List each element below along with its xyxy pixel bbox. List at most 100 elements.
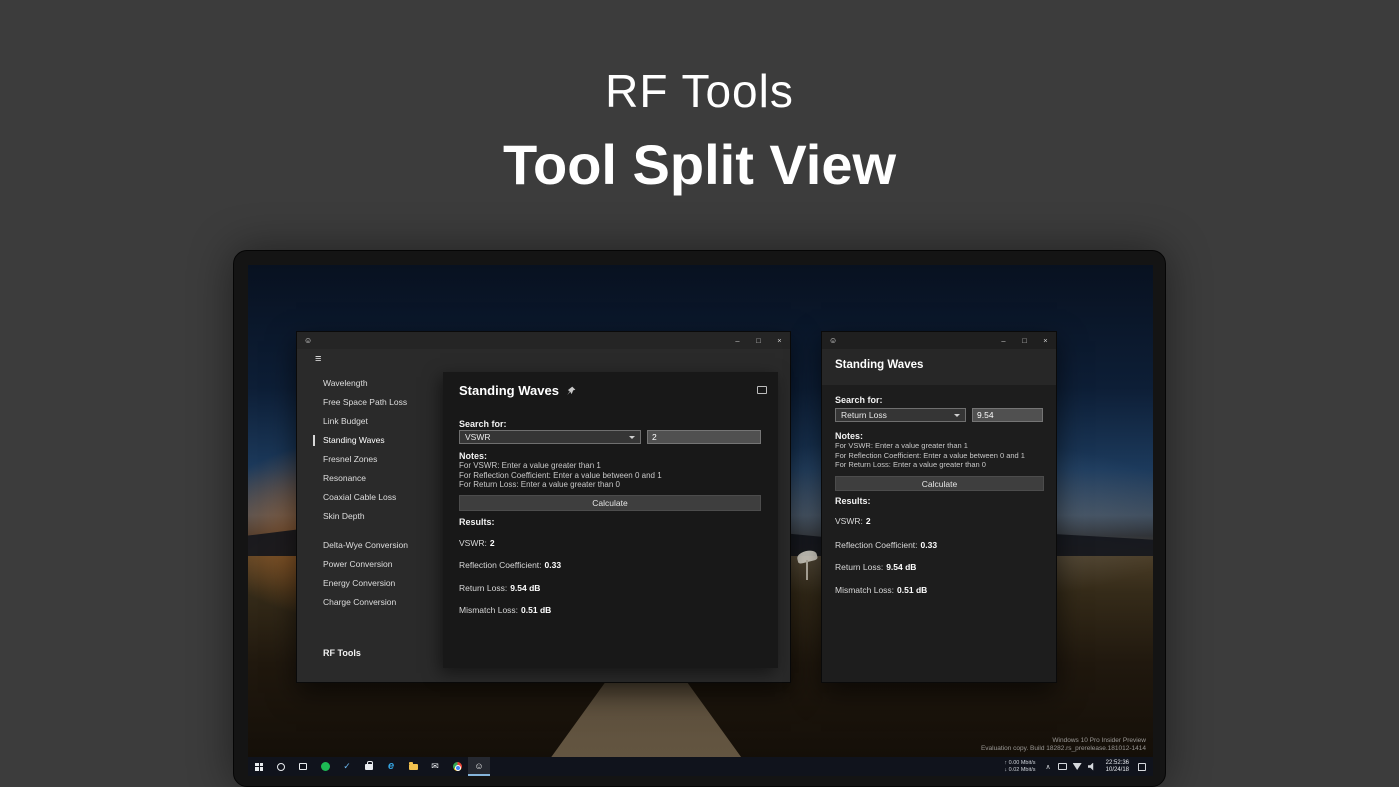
edge-icon: e <box>388 761 394 772</box>
volume-icon[interactable] <box>1088 763 1097 771</box>
maximize-button[interactable]: □ <box>1014 332 1035 349</box>
sidebar-footer-label: RF Tools <box>323 648 361 658</box>
minimize-button[interactable]: – <box>727 332 748 349</box>
windows-logo-icon <box>255 763 263 771</box>
result-mismatch-loss: Mismatch Loss:0.51 dB <box>835 585 927 595</box>
network-icon[interactable] <box>1073 763 1082 770</box>
sidebar-item-energy-conversion[interactable]: Energy Conversion <box>297 574 443 593</box>
taskbar-app-file-explorer[interactable] <box>402 757 424 776</box>
taskbar-app-store[interactable] <box>358 757 380 776</box>
rf-tools-main-window: ☺ – □ × ≡ Wavelength Free Space Path Los… <box>296 331 791 683</box>
note-vswr: For VSWR: Enter a value greater than 1 <box>459 461 662 471</box>
system-tray: ↑ 0.00 Mbit/s ↓ 0.02 Mbit/s ∧ 22:52:36 1… <box>1004 757 1153 776</box>
note-reflection-coefficient: For Reflection Coefficient: Enter a valu… <box>835 451 1025 461</box>
download-arrow-icon: ↓ <box>1004 767 1007 773</box>
search-button[interactable] <box>270 757 292 776</box>
sidebar-item-charge-conversion[interactable]: Charge Conversion <box>297 593 443 612</box>
microsoft-store-icon <box>365 764 373 770</box>
main-window-titlebar[interactable]: ☺ – □ × <box>297 332 790 349</box>
open-in-new-window-icon[interactable] <box>757 386 767 394</box>
search-type-value: Return Loss <box>841 410 887 420</box>
search-for-label: Search for: <box>835 395 883 405</box>
note-reflection-coefficient: For Reflection Coefficient: Enter a valu… <box>459 471 662 481</box>
search-value-input[interactable] <box>972 408 1043 422</box>
chrome-icon <box>453 762 462 771</box>
result-reflection-coefficient: Reflection Coefficient:0.33 <box>459 560 561 570</box>
taskbar-app-todo[interactable]: ✓ <box>336 757 358 776</box>
search-value-input[interactable] <box>647 430 761 444</box>
wallpaper-radio-dish <box>797 551 819 583</box>
network-speed-indicator[interactable]: ↑ 0.00 Mbit/s ↓ 0.02 Mbit/s <box>1004 760 1035 773</box>
laptop-frame: ☺ – □ × ≡ Wavelength Free Space Path Los… <box>233 250 1166 787</box>
result-value: 0.33 <box>921 540 938 550</box>
taskbar-app-mail[interactable]: ✉ <box>424 757 446 776</box>
close-button[interactable]: × <box>1035 332 1056 349</box>
hidden-icons-chevron[interactable]: ∧ <box>1046 763 1051 771</box>
sidebar-item-link-budget[interactable]: Link Budget <box>297 412 443 431</box>
pc-status-icon[interactable] <box>1058 763 1067 770</box>
split-window-titlebar[interactable]: ☺ – □ × <box>822 332 1056 349</box>
result-value: 0.33 <box>545 560 562 570</box>
hamburger-menu-button[interactable]: ≡ <box>315 354 321 365</box>
taskbar-clock[interactable]: 22:52:36 10/24/18 <box>1106 760 1129 774</box>
todo-check-icon: ✓ <box>343 762 351 771</box>
calculate-button[interactable]: Calculate <box>835 476 1044 491</box>
notes-label: Notes: <box>459 451 487 461</box>
results-label: Results: <box>835 496 871 506</box>
result-label: VSWR: <box>835 516 863 526</box>
result-mismatch-loss: Mismatch Loss:0.51 dB <box>459 605 551 615</box>
search-type-value: VSWR <box>465 432 491 442</box>
rf-tools-app-icon: ☺ <box>304 337 312 345</box>
taskbar-app-rf-tools[interactable]: ☺ <box>468 757 490 776</box>
sidebar-item-standing-waves[interactable]: Standing Waves <box>297 431 443 450</box>
result-label: VSWR: <box>459 538 487 548</box>
sidebar-item-coaxial-cable-loss[interactable]: Coaxial Cable Loss <box>297 488 443 507</box>
standing-waves-panel: Standing Waves Search for: VSWR Notes: F… <box>443 372 778 668</box>
close-button[interactable]: × <box>769 332 790 349</box>
task-view-button[interactable] <box>292 757 314 776</box>
chevron-down-icon <box>954 414 960 417</box>
download-speed: 0.02 Mbit/s <box>1009 767 1036 773</box>
rf-tools-app-icon: ☺ <box>829 337 837 345</box>
windows-watermark: Windows 10 Pro Insider Preview Evaluatio… <box>981 737 1146 753</box>
pin-icon[interactable] <box>566 386 576 396</box>
search-type-select[interactable]: VSWR <box>459 430 641 444</box>
start-button[interactable] <box>248 757 270 776</box>
clock-date: 10/24/18 <box>1106 767 1129 774</box>
calculate-button[interactable]: Calculate <box>459 495 761 511</box>
upload-speed: 0.00 Mbit/s <box>1009 760 1036 766</box>
result-value: 9.54 dB <box>510 583 540 593</box>
minimize-button[interactable]: – <box>993 332 1014 349</box>
sidebar-item-fresnel-zones[interactable]: Fresnel Zones <box>297 450 443 469</box>
note-vswr: For VSWR: Enter a value greater than 1 <box>835 441 1025 451</box>
result-value: 2 <box>866 516 871 526</box>
upload-arrow-icon: ↑ <box>1004 760 1007 766</box>
split-window-header: Standing Waves <box>822 349 1056 385</box>
taskbar-app-chrome[interactable] <box>446 757 468 776</box>
search-for-label: Search for: <box>459 419 507 429</box>
result-label: Reflection Coefficient: <box>835 540 918 550</box>
result-return-loss: Return Loss:9.54 dB <box>835 562 916 572</box>
sidebar-item-skin-depth[interactable]: Skin Depth <box>297 507 443 526</box>
search-type-select[interactable]: Return Loss <box>835 408 966 422</box>
desktop-screen: ☺ – □ × ≡ Wavelength Free Space Path Los… <box>248 265 1153 776</box>
result-label: Return Loss: <box>835 562 883 572</box>
sidebar-item-resonance[interactable]: Resonance <box>297 469 443 488</box>
taskbar-app-edge[interactable]: e <box>380 757 402 776</box>
note-return-loss: For Return Loss: Enter a value greater t… <box>835 460 1025 470</box>
taskbar: ✓ e ✉ ☺ ↑ 0.00 Mbit/s <box>248 757 1153 776</box>
taskbar-app-spotify[interactable] <box>314 757 336 776</box>
result-label: Mismatch Loss: <box>459 605 518 615</box>
watermark-line-1: Windows 10 Pro Insider Preview <box>981 737 1146 745</box>
maximize-button[interactable]: □ <box>748 332 769 349</box>
result-label: Mismatch Loss: <box>835 585 894 595</box>
result-value: 9.54 dB <box>886 562 916 572</box>
watermark-line-2: Evaluation copy. Build 18282.rs_prerelea… <box>981 745 1146 753</box>
notes-label: Notes: <box>835 431 863 441</box>
tool-title: Standing Waves <box>835 359 923 371</box>
sidebar-item-wavelength[interactable]: Wavelength <box>297 374 443 393</box>
action-center-icon[interactable] <box>1138 763 1146 771</box>
sidebar-item-power-conversion[interactable]: Power Conversion <box>297 555 443 574</box>
sidebar-item-free-space-path-loss[interactable]: Free Space Path Loss <box>297 393 443 412</box>
sidebar-item-delta-wye-conversion[interactable]: Delta-Wye Conversion <box>297 536 443 555</box>
